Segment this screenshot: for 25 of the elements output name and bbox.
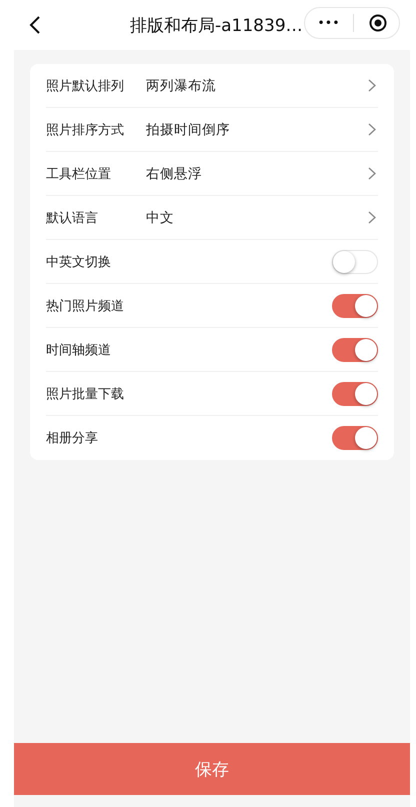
page-title: 排版和布局-a11839… bbox=[130, 15, 303, 37]
setting-value[interactable]: 中文 bbox=[146, 208, 368, 226]
setting-value[interactable]: 右侧悬浮 bbox=[146, 164, 368, 182]
setting-value[interactable]: 两列瀑布流 bbox=[146, 76, 368, 94]
toggle-switch[interactable] bbox=[332, 338, 378, 362]
setting-label: 默认语言 bbox=[46, 210, 99, 226]
chevron-icon bbox=[368, 79, 376, 92]
chevron-icon bbox=[368, 123, 376, 136]
setting-label: 照片默认排列 bbox=[46, 78, 125, 94]
chevron-icon bbox=[368, 167, 376, 180]
chevron-icon bbox=[368, 211, 376, 224]
close-icon[interactable] bbox=[369, 14, 387, 32]
setting-label: 时间轴频道 bbox=[46, 342, 112, 358]
toggle-switch[interactable] bbox=[332, 294, 378, 318]
setting-label: 热门照片频道 bbox=[46, 298, 125, 314]
setting-label: 中英文切换 bbox=[46, 254, 112, 270]
setting-label: 照片批量下载 bbox=[46, 386, 125, 402]
setting-label: 相册分享 bbox=[46, 430, 99, 447]
more-button[interactable]: ••• bbox=[305, 18, 353, 28]
toggle-switch[interactable] bbox=[332, 426, 378, 450]
setting-value[interactable]: 拍摄时间倒序 bbox=[146, 120, 368, 138]
setting-label: 工具栏位置 bbox=[46, 166, 112, 182]
back-icon[interactable] bbox=[28, 15, 42, 35]
toggle-switch[interactable] bbox=[332, 382, 378, 406]
setting-label: 照片排序方式 bbox=[46, 122, 125, 138]
